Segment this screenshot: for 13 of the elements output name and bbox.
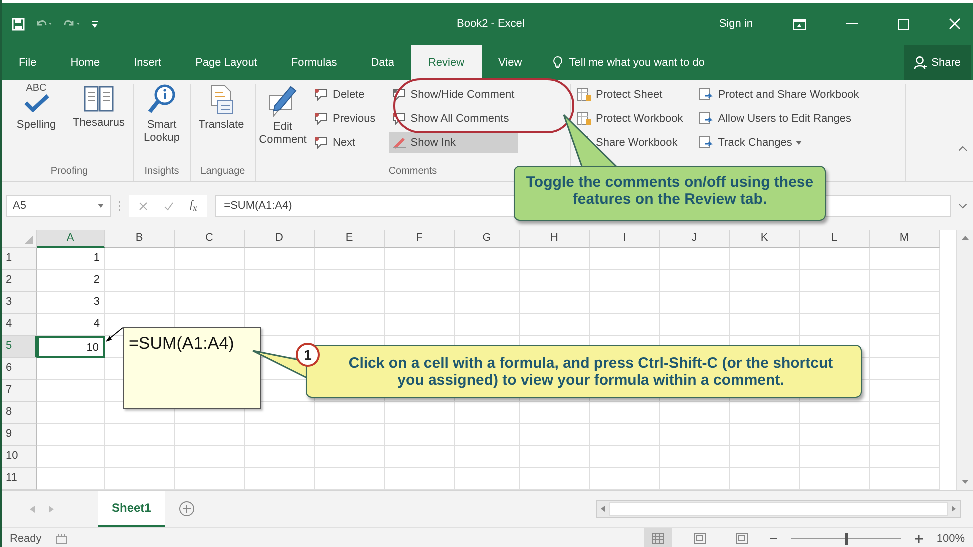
abc-label: ABC [26,84,47,94]
group-label: Insights [144,166,180,179]
table-cell: 10 [37,336,105,358]
comment-tooltip: =SUM(A1:A4) [123,327,261,409]
group-label: Proofing [50,166,90,179]
table-cell: 2 [37,270,105,292]
group-label: Comments [388,166,438,179]
status-text: Ready [10,532,42,544]
window-title: Book2 - Excel [457,18,526,30]
table-cell: 4 [37,314,105,336]
table-cell: 3 [37,292,105,314]
table-cell: 1 [37,248,105,270]
group-label: Language [200,166,246,179]
